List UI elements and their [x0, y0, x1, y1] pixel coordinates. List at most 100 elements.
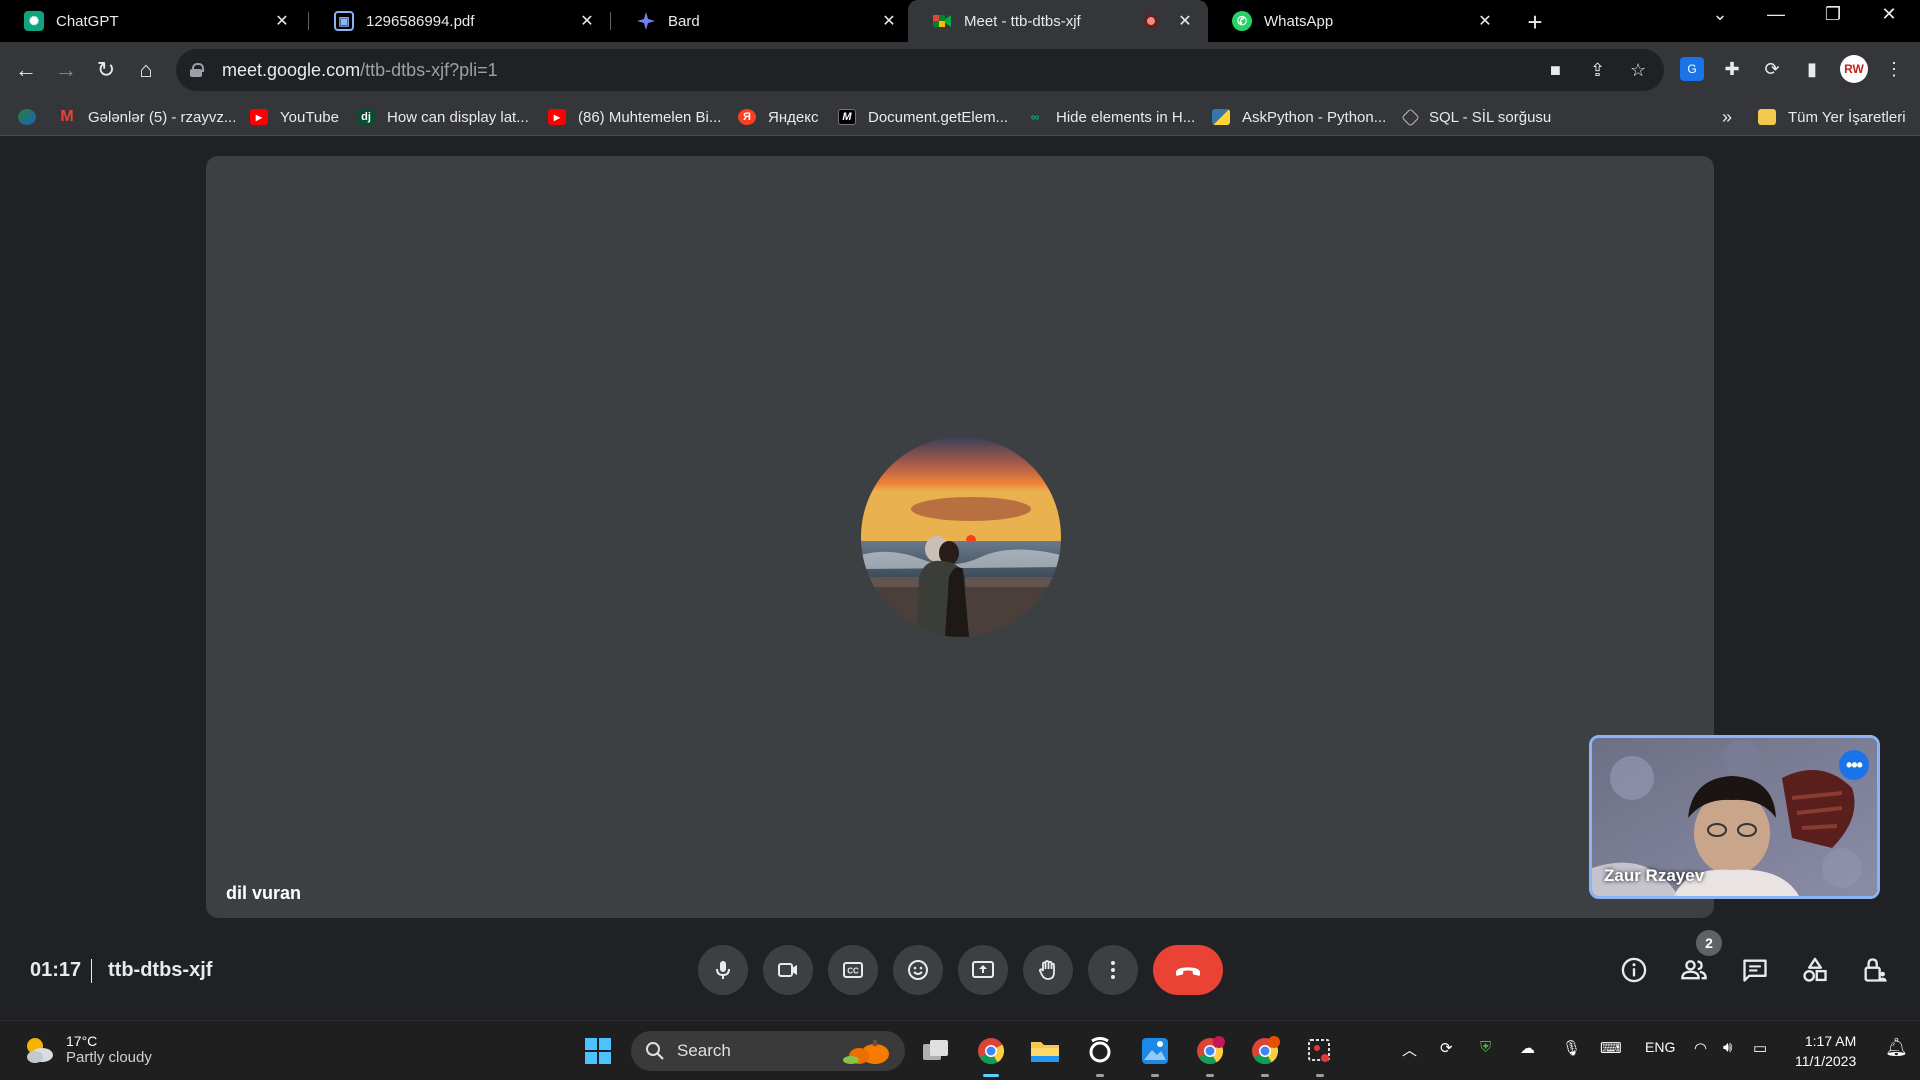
svg-text:CC: CC: [847, 967, 859, 976]
wifi-icon[interactable]: ◠: [1694, 1039, 1707, 1057]
chatgpt-icon: ✺: [24, 11, 44, 31]
google-translate-icon[interactable]: G: [1680, 57, 1704, 81]
input-language-indicator[interactable]: ENG: [1645, 1039, 1675, 1055]
tab-pdf[interactable]: ▣ 1296586994.pdf ✕: [310, 0, 610, 42]
bookmark-label: Tüm Yer İşaretleri: [1788, 108, 1906, 126]
reload-button[interactable]: ↻: [88, 52, 124, 88]
task-view-button[interactable]: [918, 1033, 954, 1069]
tab-meet[interactable]: Meet - ttb-dtbs-xjf ✕: [908, 0, 1208, 42]
present-screen-icon: [972, 961, 994, 978]
reactions-button[interactable]: [893, 945, 943, 995]
tab-bard[interactable]: Bard ✕: [612, 0, 912, 42]
activities-button[interactable]: [1792, 947, 1838, 993]
bookmark-item[interactable]: Я Яндекс: [738, 107, 818, 127]
share-icon[interactable]: ⇪: [1590, 60, 1605, 81]
taskbar-search[interactable]: Search: [631, 1031, 905, 1071]
present-screen-button[interactable]: [958, 945, 1008, 995]
extension-icon[interactable]: ⟳: [1760, 57, 1784, 81]
url-host: meet.google.com: [222, 59, 361, 80]
touch-keyboard-icon[interactable]: ⌨: [1600, 1039, 1622, 1057]
more-options-button[interactable]: [1088, 945, 1138, 995]
show-hidden-icons-chevron-icon[interactable]: ︿: [1402, 1039, 1417, 1060]
taskbar-app-ring[interactable]: [1082, 1033, 1118, 1077]
close-icon[interactable]: ✕: [1476, 11, 1494, 31]
raise-hand-button[interactable]: [1023, 945, 1073, 995]
captions-button[interactable]: CC: [828, 945, 878, 995]
new-tab-button[interactable]: +: [1520, 7, 1550, 38]
microphone-in-use-icon[interactable]: 🎙︎: [1562, 1039, 1581, 1057]
close-window-button[interactable]: ✕: [1866, 4, 1912, 25]
meeting-code: ttb-dtbs-xjf: [108, 959, 213, 981]
all-bookmarks-folder[interactable]: Tüm Yer İşaretleri: [1758, 107, 1906, 127]
taskbar-snipping-tool[interactable]: [1302, 1033, 1338, 1077]
self-view-more-button[interactable]: •••: [1839, 750, 1869, 780]
divider: [91, 959, 92, 983]
taskbar-clock[interactable]: 1:17 AM 11/1/2023: [1795, 1031, 1856, 1071]
running-app-indicator: [1261, 1074, 1269, 1077]
forward-button[interactable]: →: [48, 52, 84, 88]
snipping-tool-icon: [1308, 1039, 1330, 1062]
close-icon[interactable]: ✕: [880, 11, 898, 31]
taskbar-file-explorer[interactable]: [1027, 1033, 1063, 1069]
security-shield-icon[interactable]: ⛨: [1480, 1039, 1491, 1056]
bookmark-item[interactable]: [18, 107, 48, 127]
microphone-button[interactable]: [698, 945, 748, 995]
taskbar-chrome-profile-2[interactable]: [1247, 1033, 1283, 1077]
bookmark-star-icon[interactable]: ☆: [1630, 60, 1646, 81]
tab-search-chevron-icon[interactable]: ⌄: [1697, 4, 1743, 25]
minimize-button[interactable]: —: [1753, 4, 1799, 25]
w3-icon: ∞: [1030, 110, 1040, 124]
bookmark-item[interactable]: ▶ YouTube: [250, 107, 339, 127]
notifications-icon[interactable]: 🔔︎: [1885, 1037, 1908, 1058]
camera-button[interactable]: [763, 945, 813, 995]
bookmark-item[interactable]: M Gələnlər (5) - rzayvz...: [58, 107, 236, 127]
restore-button[interactable]: ❐: [1810, 4, 1856, 25]
lock-icon: [190, 63, 204, 77]
bookmark-item[interactable]: M Document.getElem...: [838, 107, 1008, 127]
home-button[interactable]: ⌂: [128, 52, 164, 88]
onedrive-cloud-icon[interactable]: ☁: [1520, 1039, 1535, 1057]
bookmark-item[interactable]: dj How can display lat...: [357, 107, 529, 127]
taskbar-chrome-active[interactable]: [973, 1033, 1009, 1077]
weather-temperature: 17°C: [66, 1033, 98, 1049]
taskbar-chrome-profile-1[interactable]: [1192, 1033, 1228, 1077]
sync-icon[interactable]: ⟳: [1440, 1039, 1453, 1057]
extensions-puzzle-icon[interactable]: ✚: [1720, 57, 1744, 81]
close-icon[interactable]: ✕: [273, 11, 291, 31]
browser-menu-icon[interactable]: ⋮: [1882, 57, 1906, 81]
sql-icon: [1401, 107, 1420, 127]
tab-chatgpt[interactable]: ✺ ChatGPT ✕: [0, 0, 305, 42]
leave-call-button[interactable]: [1153, 945, 1223, 995]
volume-icon[interactable]: 🔊︎: [1723, 1039, 1732, 1056]
address-bar[interactable]: meet.google.com/ttb-dtbs-xjf?pli=1 ■ ⇪ ☆: [176, 49, 1664, 91]
battery-icon[interactable]: ▭: [1753, 1039, 1767, 1057]
bookmark-item[interactable]: ▶ (86) Muhtemelen Bi...: [548, 107, 721, 127]
bard-icon: [636, 11, 656, 31]
recording-indicator-icon: [1144, 14, 1158, 28]
participant-tile[interactable]: dil vuran: [206, 156, 1714, 918]
self-view-tile[interactable]: ••• Zaur Rzayev: [1589, 735, 1880, 899]
profile-avatar[interactable]: RW: [1840, 55, 1868, 83]
bookmark-item[interactable]: ∞ Hide elements in H...: [1026, 107, 1196, 127]
tab-whatsapp[interactable]: ✆ WhatsApp ✕: [1208, 0, 1508, 42]
tab-title: ChatGPT: [56, 12, 119, 30]
close-icon[interactable]: ✕: [578, 11, 596, 31]
microphone-icon: [716, 961, 730, 979]
bookmarks-overflow-button[interactable]: »: [1722, 107, 1732, 127]
camera-in-use-icon[interactable]: ■: [1550, 60, 1561, 81]
host-controls-button[interactable]: [1852, 947, 1898, 993]
close-icon[interactable]: ✕: [1176, 11, 1194, 31]
side-panel-icon[interactable]: ▮: [1800, 57, 1824, 81]
taskbar-photos[interactable]: [1137, 1033, 1173, 1077]
start-button[interactable]: [580, 1033, 616, 1069]
weather-widget[interactable]: 17°C Partly cloudy: [22, 1033, 152, 1066]
chat-button[interactable]: [1732, 947, 1778, 993]
bookmark-item[interactable]: AskPython - Python...: [1212, 107, 1386, 127]
search-placeholder: Search: [677, 1041, 731, 1060]
back-button[interactable]: ←: [8, 52, 44, 88]
raise-hand-icon: [1038, 960, 1055, 980]
bookmark-item[interactable]: SQL - SİL sorğusu: [1401, 107, 1551, 127]
meeting-details-button[interactable]: [1611, 947, 1657, 993]
people-button[interactable]: [1671, 947, 1717, 993]
search-icon: [646, 1042, 664, 1060]
